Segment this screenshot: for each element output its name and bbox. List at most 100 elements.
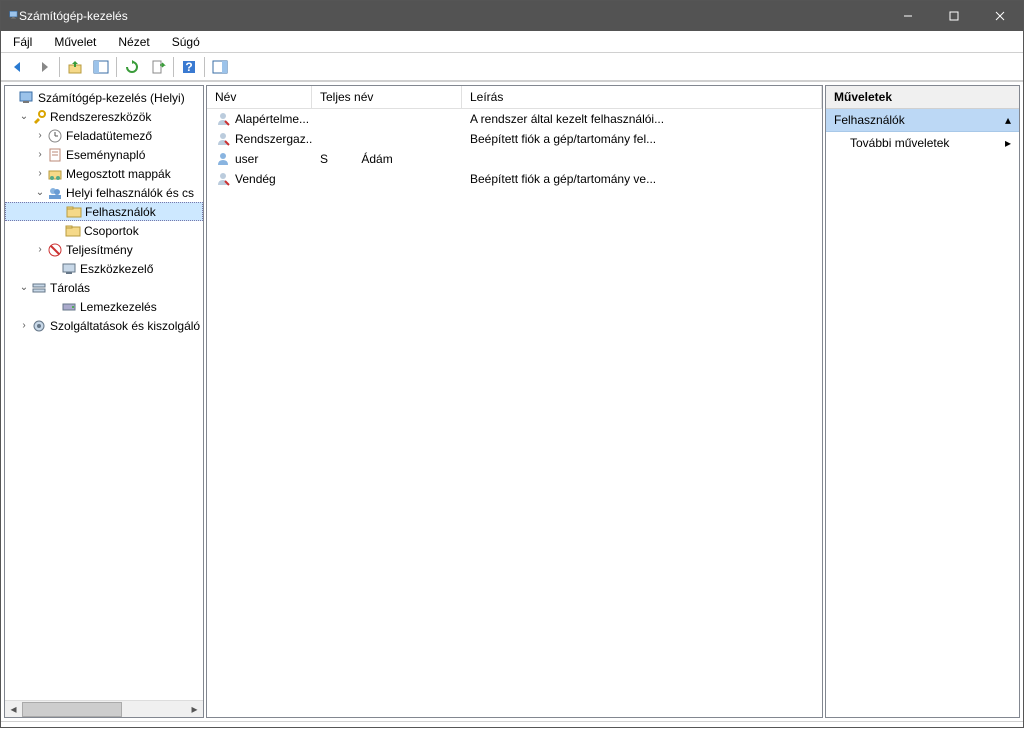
menu-file[interactable]: Fájl: [9, 33, 36, 51]
tree-label: Rendszereszközök: [50, 110, 151, 124]
tree-taskscheduler[interactable]: › Feladatütemező: [5, 126, 203, 145]
app-icon: [9, 9, 19, 23]
menu-help[interactable]: Súgó: [168, 33, 204, 51]
user-icon: [215, 131, 231, 147]
cell-desc: Beépített fiók a gép/tartomány ve...: [470, 172, 656, 186]
navigation-tree[interactable]: Számítógép-kezelés (Helyi) ⌄ Rendszeresz…: [5, 86, 203, 700]
window: Számítógép-kezelés Fájl Művelet Nézet Sú…: [0, 0, 1024, 728]
scroll-thumb[interactable]: [22, 702, 122, 717]
chevron-right-icon[interactable]: ›: [33, 244, 47, 255]
refresh-button[interactable]: [120, 55, 144, 79]
tree-performance[interactable]: › Teljesítmény: [5, 240, 203, 259]
cell-name: Rendszergaz...: [235, 132, 312, 146]
clock-icon: [47, 128, 63, 144]
actions-selection-header[interactable]: Felhasználók ▴: [826, 109, 1019, 132]
back-button[interactable]: [6, 55, 30, 79]
actions-pane: Műveletek Felhasználók ▴ További művelet…: [825, 85, 1020, 718]
minimize-button[interactable]: [885, 1, 931, 31]
cell-fullname: S Ádám: [320, 152, 393, 166]
tree-services[interactable]: › Szolgáltatások és kiszolgáló: [5, 316, 203, 335]
tree-pane: Számítógép-kezelés (Helyi) ⌄ Rendszeresz…: [4, 85, 204, 718]
scroll-right-button[interactable]: ▸: [186, 701, 203, 718]
tree-systools[interactable]: ⌄ Rendszereszközök: [5, 107, 203, 126]
menubar: Fájl Művelet Nézet Súgó: [1, 31, 1023, 53]
forward-button[interactable]: [32, 55, 56, 79]
scroll-left-button[interactable]: ◂: [5, 701, 22, 718]
tree-eventviewer[interactable]: › Eseménynapló: [5, 145, 203, 164]
tree-label: Csoportok: [84, 224, 139, 238]
tree-storage[interactable]: ⌄ Tárolás: [5, 278, 203, 297]
help-button[interactable]: ?: [177, 55, 201, 79]
computer-icon: [19, 90, 35, 106]
toolbar: ?: [1, 53, 1023, 81]
services-icon: [31, 318, 47, 334]
chevron-right-icon[interactable]: ›: [33, 130, 47, 141]
chevron-down-icon[interactable]: ⌄: [17, 111, 31, 122]
horizontal-scrollbar[interactable]: ◂ ▸: [5, 700, 203, 717]
show-hide-tree-button[interactable]: [89, 55, 113, 79]
tree-localusers[interactable]: ⌄ Helyi felhasználók és cs: [5, 183, 203, 202]
toolbar-separator: [173, 57, 174, 77]
toolbar-separator: [59, 57, 60, 77]
list-item[interactable]: user S Ádám: [207, 149, 822, 169]
window-controls: [885, 1, 1023, 31]
collapse-icon: ▴: [1005, 113, 1011, 127]
maximize-button[interactable]: [931, 1, 977, 31]
tree-users[interactable]: Felhasználók: [5, 202, 203, 221]
tools-icon: [31, 109, 47, 125]
chevron-right-icon: ▸: [1005, 136, 1011, 150]
chevron-down-icon[interactable]: ⌄: [17, 282, 31, 293]
tree-label: Felhasználók: [85, 205, 156, 219]
tree-label: Eszközkezelő: [80, 262, 153, 276]
cell-name: Alapértelme...: [235, 112, 309, 126]
list-item[interactable]: Rendszergaz... Beépített fiók a gép/tart…: [207, 129, 822, 149]
tree-label: Megosztott mappák: [66, 167, 171, 181]
show-hide-action-button[interactable]: [208, 55, 232, 79]
list-item[interactable]: Vendég Beépített fiók a gép/tartomány ve…: [207, 169, 822, 189]
shared-folder-icon: [47, 166, 63, 182]
folder-icon: [65, 223, 81, 239]
user-icon: [215, 151, 231, 167]
list-pane: Név Teljes név Leírás Alapértelme... A r…: [206, 85, 823, 718]
tree-label: Számítógép-kezelés (Helyi): [38, 91, 185, 105]
tree-label: Tárolás: [50, 281, 90, 295]
tree-label: Szolgáltatások és kiszolgáló: [50, 319, 200, 333]
actions-more[interactable]: További műveletek ▸: [826, 132, 1019, 154]
tree-devmgr[interactable]: Eszközkezelő: [5, 259, 203, 278]
cell-name: user: [235, 152, 258, 166]
tree-label: Eseménynapló: [66, 148, 145, 162]
up-button[interactable]: [63, 55, 87, 79]
user-list[interactable]: Alapértelme... A rendszer által kezelt f…: [207, 109, 822, 717]
tree-root[interactable]: Számítógép-kezelés (Helyi): [5, 88, 203, 107]
user-icon: [215, 111, 231, 127]
performance-icon: [47, 242, 63, 258]
chevron-down-icon[interactable]: ⌄: [33, 187, 47, 198]
chevron-right-icon[interactable]: ›: [17, 320, 31, 331]
tree-sharedfolders[interactable]: › Megosztott mappák: [5, 164, 203, 183]
folder-icon: [66, 204, 82, 220]
chevron-right-icon[interactable]: ›: [33, 168, 47, 179]
tree-label: Teljesítmény: [66, 243, 133, 257]
tree-groups[interactable]: Csoportok: [5, 221, 203, 240]
tree-label: Feladatütemező: [66, 129, 152, 143]
menu-action[interactable]: Művelet: [50, 33, 100, 51]
cell-desc: A rendszer által kezelt felhasználói...: [470, 112, 664, 126]
actions-header: Műveletek: [826, 86, 1019, 109]
users-icon: [47, 185, 63, 201]
column-fullname[interactable]: Teljes név: [312, 86, 462, 108]
cell-desc: Beépített fiók a gép/tartomány fel...: [470, 132, 656, 146]
tree-diskmgmt[interactable]: Lemezkezelés: [5, 297, 203, 316]
list-item[interactable]: Alapértelme... A rendszer által kezelt f…: [207, 109, 822, 129]
device-icon: [61, 261, 77, 277]
tree-label: Helyi felhasználók és cs: [66, 186, 194, 200]
window-title: Számítógép-kezelés: [19, 9, 885, 23]
chevron-right-icon[interactable]: ›: [33, 149, 47, 160]
toolbar-separator: [204, 57, 205, 77]
menu-view[interactable]: Nézet: [114, 33, 153, 51]
column-desc[interactable]: Leírás: [462, 86, 822, 108]
column-name[interactable]: Név: [207, 86, 312, 108]
close-button[interactable]: [977, 1, 1023, 31]
storage-icon: [31, 280, 47, 296]
export-button[interactable]: [146, 55, 170, 79]
status-bar: [1, 721, 1023, 727]
